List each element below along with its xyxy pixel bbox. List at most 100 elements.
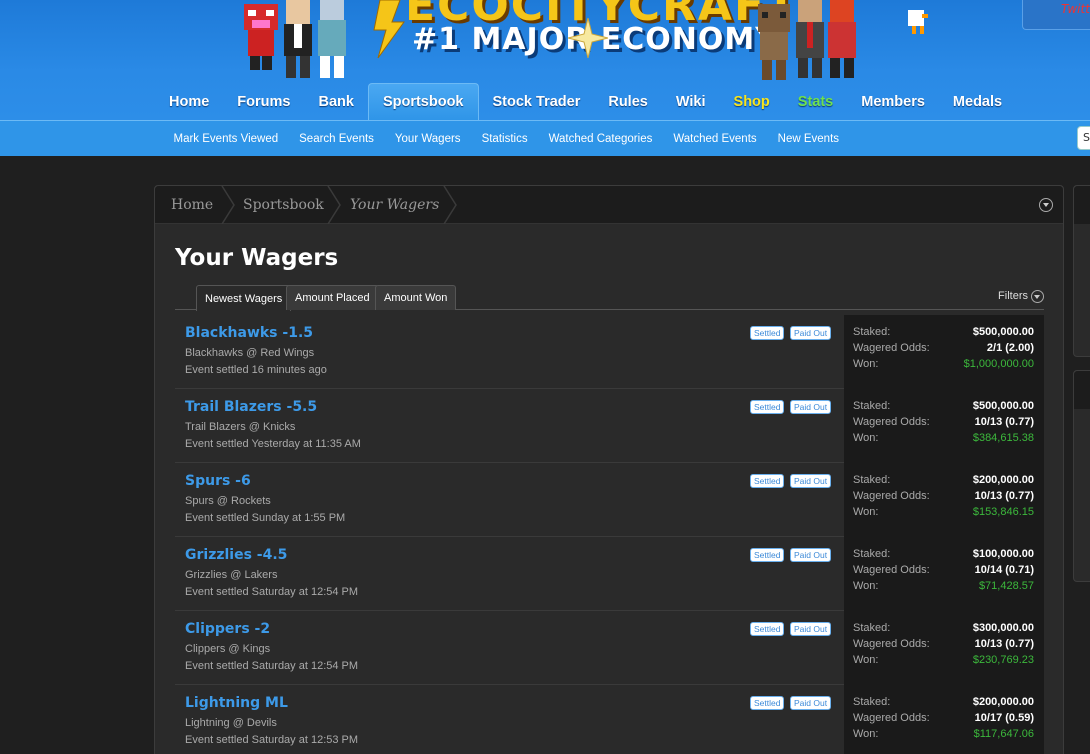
subnav-mark-events-viewed[interactable]: Mark Events Viewed <box>163 121 289 157</box>
site-logo[interactable]: ECOCITYCRAFT #1 MAJOR ECONOMY <box>230 0 950 82</box>
wager-row: Trail Blazers -5.5 Trail Blazers @ Knick… <box>175 389 1044 463</box>
paid-out-badge: Paid Out <box>790 622 832 636</box>
subnav-new-events[interactable]: New Events <box>767 121 849 157</box>
content-panel: Home Sportsbook Your Wagers Your Wagers … <box>154 185 1064 754</box>
nav-wiki[interactable]: Wiki <box>662 83 720 120</box>
staked-label: Staked: <box>853 548 891 560</box>
staked-label: Staked: <box>853 696 891 708</box>
wager-settled-time: Event settled Saturday at 12:54 PM <box>185 586 359 598</box>
wager-match: Blackhawks @ Red Wings <box>185 347 315 359</box>
odds-value: 10/13 (0.77) <box>974 490 1034 502</box>
won-value: $1,000,000.00 <box>963 358 1034 370</box>
staked-value: $100,000.00 <box>972 548 1034 560</box>
wager-row: Blackhawks -1.5 Blackhawks @ Red Wings E… <box>175 315 1044 389</box>
wager-settled-time: Event settled 16 minutes ago <box>185 364 327 376</box>
wager-row: Grizzlies -4.5 Grizzlies @ Lakers Event … <box>175 537 1044 611</box>
won-value: $153,846.15 <box>972 506 1034 518</box>
staked-label: Staked: <box>853 400 891 412</box>
odds-value: 2/1 (2.00) <box>986 342 1034 354</box>
wager-match: Clippers @ Kings <box>185 643 271 655</box>
won-label: Won: <box>853 728 879 740</box>
won-label: Won: <box>853 432 879 444</box>
breadcrumb-chevron-icon <box>327 186 341 224</box>
staked-value: $500,000.00 <box>972 326 1034 338</box>
wager-row: Lightning ML Lightning @ Devils Event se… <box>175 685 1044 754</box>
nav-forums[interactable]: Forums <box>223 83 304 120</box>
wager-settled-time: Event settled Yesterday at 11:35 AM <box>185 438 361 450</box>
staked-value: $200,000.00 <box>972 474 1034 486</box>
wager-stats: Staked: $200,000.00 Wagered Odds: 10/13 … <box>844 463 1044 537</box>
sidebar-block-top <box>1073 185 1090 357</box>
chevron-down-icon[interactable] <box>1039 198 1053 212</box>
nav-stats[interactable]: Stats <box>784 83 847 120</box>
sparkle-star-icon <box>568 18 608 58</box>
breadcrumb-chevron-icon <box>221 186 235 224</box>
staked-label: Staked: <box>853 474 891 486</box>
settled-badge: Settled <box>750 548 785 562</box>
sub-nav: Mark Events Viewed Search Events Your Wa… <box>0 120 1090 156</box>
nav-rules[interactable]: Rules <box>594 83 662 120</box>
wager-settled-time: Event settled Sunday at 1:55 PM <box>185 512 346 524</box>
breadcrumb-home[interactable]: Home <box>171 186 213 224</box>
nav-shop[interactable]: Shop <box>720 83 784 120</box>
nav-stock-trader[interactable]: Stock Trader <box>479 83 595 120</box>
sidebar-block-bottom <box>1073 370 1090 582</box>
wager-title-link[interactable]: Trail Blazers -5.5 <box>185 399 317 415</box>
site-header: ECOCITYCRAFT #1 MAJOR ECONOMY Twitt Home… <box>0 0 1090 120</box>
odds-value: 10/13 (0.77) <box>974 638 1034 650</box>
odds-label: Wagered Odds: <box>853 564 930 576</box>
twitter-label: Twitt <box>1061 2 1090 16</box>
odds-value: 10/14 (0.71) <box>974 564 1034 576</box>
paid-out-badge: Paid Out <box>790 400 832 414</box>
subnav-statistics[interactable]: Statistics <box>471 121 538 157</box>
subnav-your-wagers[interactable]: Your Wagers <box>384 121 471 157</box>
wager-title-link[interactable]: Blackhawks -1.5 <box>185 325 313 341</box>
tab-amount-placed[interactable]: Amount Placed <box>286 285 379 310</box>
wager-title-link[interactable]: Lightning ML <box>185 695 288 711</box>
paid-out-badge: Paid Out <box>790 696 832 710</box>
wager-stats: Staked: $500,000.00 Wagered Odds: 2/1 (2… <box>844 315 1044 389</box>
sort-tabs: Newest Wagers Amount Placed Amount Won F… <box>175 285 1044 311</box>
won-value: $230,769.23 <box>972 654 1034 666</box>
search-input[interactable]: S <box>1077 126 1090 150</box>
staked-label: Staked: <box>853 326 891 338</box>
twitter-tab[interactable]: Twitt <box>1022 0 1090 30</box>
wager-title-link[interactable]: Grizzlies -4.5 <box>185 547 287 563</box>
nav-medals[interactable]: Medals <box>939 83 1016 120</box>
filters-button[interactable]: Filters <box>998 285 1044 307</box>
paid-out-badge: Paid Out <box>790 474 832 488</box>
won-label: Won: <box>853 654 879 666</box>
wager-match: Lightning @ Devils <box>185 717 277 729</box>
paid-out-badge: Paid Out <box>790 548 832 562</box>
tab-amount-won[interactable]: Amount Won <box>375 285 457 310</box>
odds-label: Wagered Odds: <box>853 342 930 354</box>
search-placeholder: S <box>1083 131 1090 144</box>
wager-title-link[interactable]: Clippers -2 <box>185 621 270 637</box>
breadcrumb-your-wagers[interactable]: Your Wagers <box>350 186 439 224</box>
page-title: Your Wagers <box>175 245 339 271</box>
nav-sportsbook[interactable]: Sportsbook <box>367 83 479 120</box>
nav-bank[interactable]: Bank <box>304 83 367 120</box>
wager-stats: Staked: $200,000.00 Wagered Odds: 10/17 … <box>844 685 1044 754</box>
won-value: $384,615.38 <box>972 432 1034 444</box>
subnav-watched-events[interactable]: Watched Events <box>663 121 767 157</box>
subnav-search-events[interactable]: Search Events <box>289 121 385 157</box>
blue-character-icon <box>318 0 346 78</box>
staked-value: $500,000.00 <box>972 400 1034 412</box>
wager-row: Spurs -6 Spurs @ Rockets Event settled S… <box>175 463 1044 537</box>
breadcrumb-sportsbook[interactable]: Sportsbook <box>243 186 324 224</box>
wager-stats: Staked: $300,000.00 Wagered Odds: 10/13 … <box>844 611 1044 685</box>
odds-value: 10/17 (0.59) <box>974 712 1034 724</box>
won-value: $117,647.06 <box>973 728 1034 740</box>
nav-members[interactable]: Members <box>847 83 939 120</box>
won-label: Won: <box>853 358 879 370</box>
wager-row: Clippers -2 Clippers @ Kings Event settl… <box>175 611 1044 685</box>
odds-value: 10/13 (0.77) <box>974 416 1034 428</box>
paid-out-badge: Paid Out <box>790 326 832 340</box>
won-value: $71,428.57 <box>978 580 1034 592</box>
nav-home[interactable]: Home <box>155 83 223 120</box>
wager-title-link[interactable]: Spurs -6 <box>185 473 251 489</box>
wager-match: Trail Blazers @ Knicks <box>185 421 296 433</box>
subnav-watched-categories[interactable]: Watched Categories <box>538 121 663 157</box>
tab-newest-wagers[interactable]: Newest Wagers <box>196 285 292 311</box>
